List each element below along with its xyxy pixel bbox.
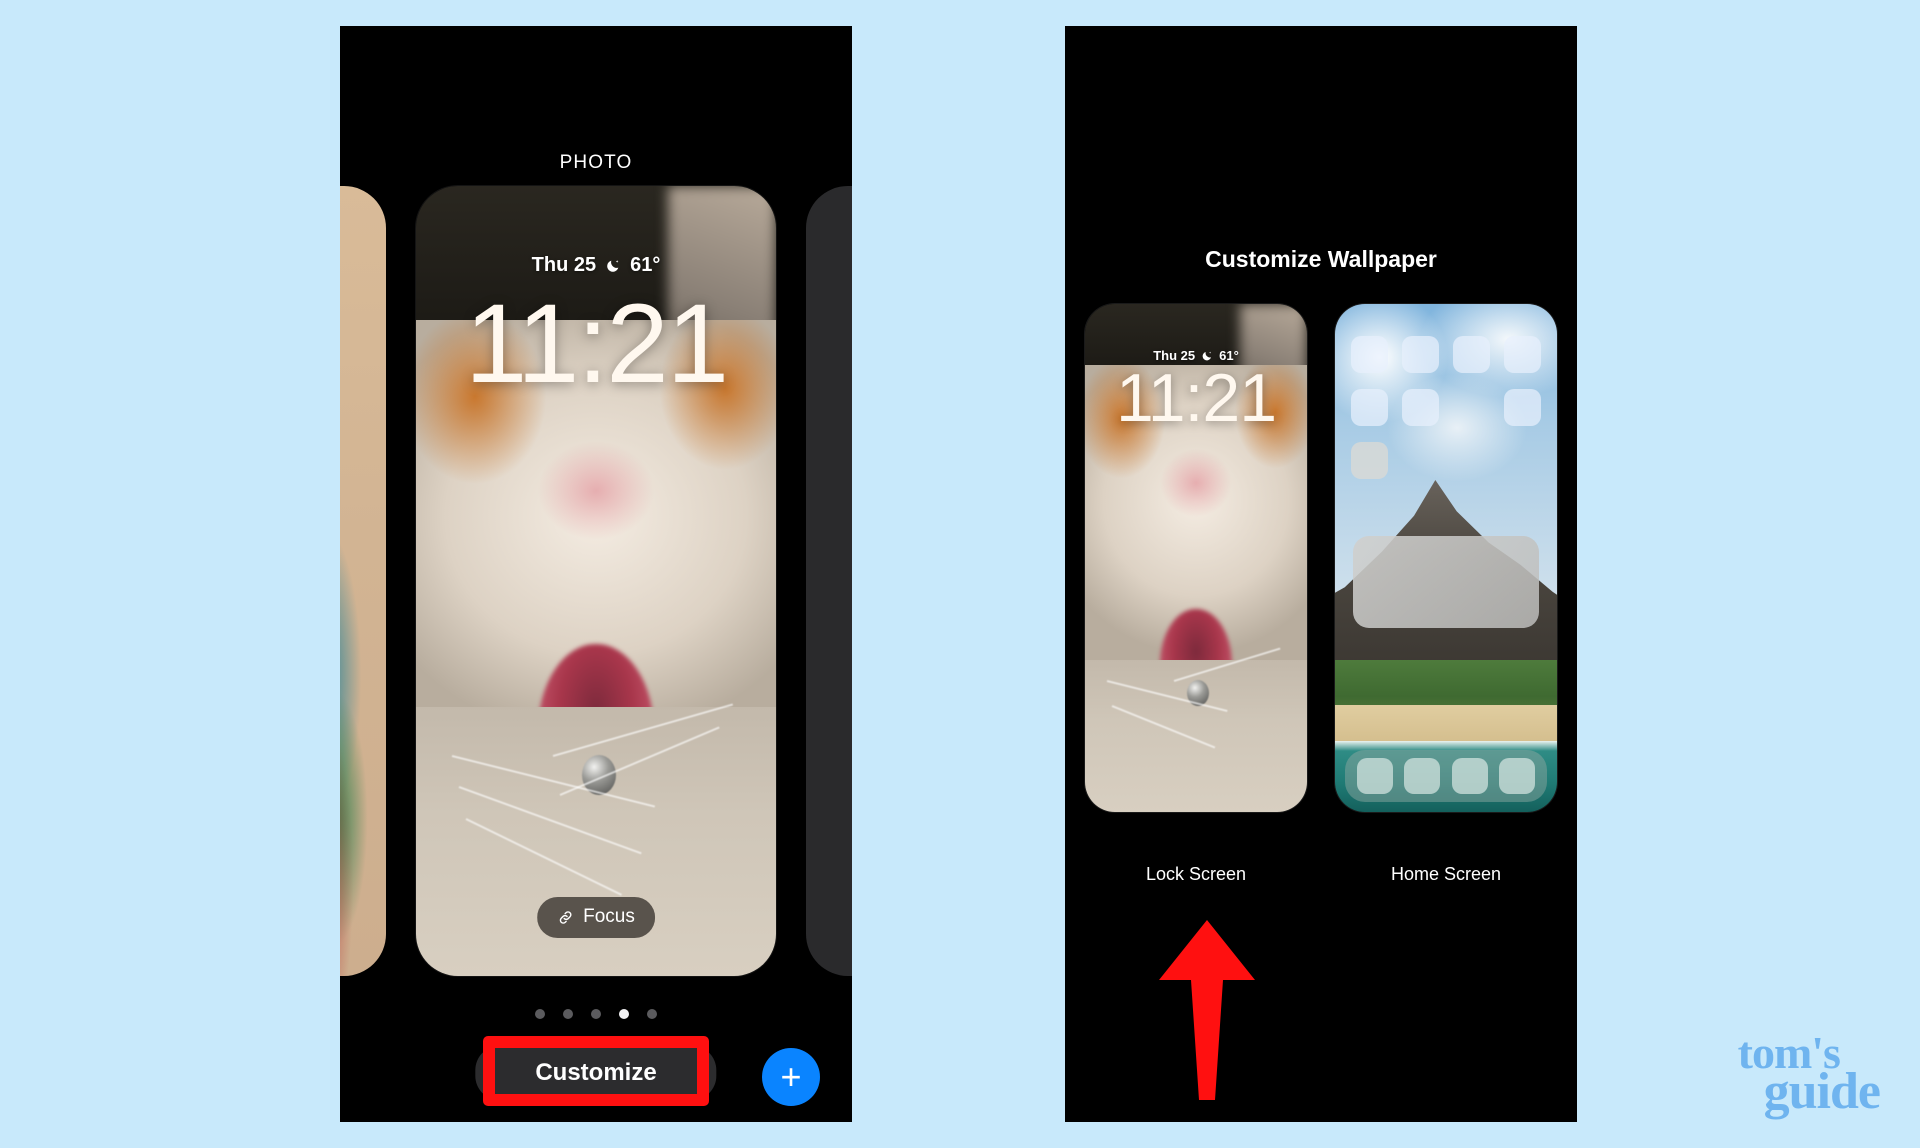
- mini-lockscreen-clock: 11:21: [1115, 360, 1277, 436]
- home-screen-dock: [1345, 750, 1547, 802]
- dock-app-icon[interactable]: [1404, 758, 1441, 794]
- page-canvas: PHOTO Thu 25 61° 11:21 Focus Customize +…: [0, 0, 1920, 1148]
- lock-screen-preview[interactable]: Thu 25 61° 11:21: [1085, 304, 1307, 812]
- logo-line-2: guide: [1763, 1063, 1881, 1121]
- child-photo-wallpaper: [340, 186, 386, 976]
- annotation-arrow: [1147, 914, 1267, 1104]
- right-phone-screenshot: Customize Wallpaper Thu 25 61° 11:21 Loc…: [1065, 26, 1577, 1122]
- focus-button[interactable]: Focus: [537, 897, 655, 938]
- dock-app-icon[interactable]: [1499, 758, 1536, 794]
- bottom-action-bar: Customize +: [340, 1036, 852, 1116]
- add-wallpaper-button[interactable]: +: [762, 1048, 820, 1106]
- app-icon-placeholder[interactable]: [1351, 389, 1388, 426]
- icon-row: [1351, 442, 1541, 479]
- app-icon-placeholder[interactable]: [1402, 336, 1439, 373]
- wallpaper-card-previous[interactable]: [340, 186, 386, 976]
- page-dot[interactable]: [535, 1009, 545, 1019]
- dock-app-icon[interactable]: [1451, 758, 1488, 794]
- icon-row: [1351, 389, 1541, 426]
- app-icon-placeholder[interactable]: [1351, 442, 1388, 479]
- wallpaper-card-selected[interactable]: Thu 25 61° 11:21 Focus: [416, 186, 776, 976]
- icon-row: [1351, 336, 1541, 373]
- app-icon-placeholder[interactable]: [1504, 336, 1541, 373]
- left-phone-screenshot: PHOTO Thu 25 61° 11:21 Focus Customize +: [340, 26, 852, 1122]
- screen-previews: Thu 25 61° 11:21: [1065, 304, 1577, 824]
- lockscreen-clock: 11:21: [465, 281, 729, 406]
- app-icon-placeholder[interactable]: [1504, 389, 1541, 426]
- page-dot[interactable]: [563, 1009, 573, 1019]
- app-icon-empty-slot: [1453, 389, 1490, 426]
- customize-wallpaper-title: Customize Wallpaper: [1205, 246, 1437, 272]
- page-indicator-dots[interactable]: [340, 1009, 852, 1019]
- crescent-moon-icon: [607, 259, 619, 272]
- toms-guide-logo: tom's guide: [1738, 1029, 1881, 1121]
- preview-labels: Lock Screen Home Screen: [1065, 864, 1577, 894]
- red-arrow-up-icon: [1159, 920, 1255, 1100]
- home-screen-preview[interactable]: [1335, 304, 1557, 812]
- customize-button[interactable]: Customize: [475, 1046, 717, 1100]
- link-icon: [559, 910, 572, 924]
- wallpaper-carousel[interactable]: Thu 25 61° 11:21 Focus: [340, 186, 852, 976]
- lock-screen-label: Lock Screen: [1145, 864, 1247, 884]
- photo-category-label: PHOTO: [559, 152, 633, 173]
- home-screen-widget[interactable]: [1353, 536, 1539, 628]
- app-icon-placeholder[interactable]: [1402, 389, 1439, 426]
- dock-app-icon[interactable]: [1356, 758, 1393, 794]
- page-dot-active[interactable]: [619, 1009, 629, 1019]
- app-icon-placeholder[interactable]: [1351, 336, 1388, 373]
- page-dot[interactable]: [647, 1009, 657, 1019]
- home-screen-icon-grid: [1351, 336, 1541, 495]
- plus-icon: +: [780, 1056, 802, 1097]
- app-icon-placeholder[interactable]: [1453, 336, 1490, 373]
- home-screen-label: Home Screen: [1390, 864, 1502, 884]
- wallpaper-card-next[interactable]: [806, 186, 852, 976]
- focus-button-label: Focus: [583, 906, 635, 927]
- page-dot[interactable]: [591, 1009, 601, 1019]
